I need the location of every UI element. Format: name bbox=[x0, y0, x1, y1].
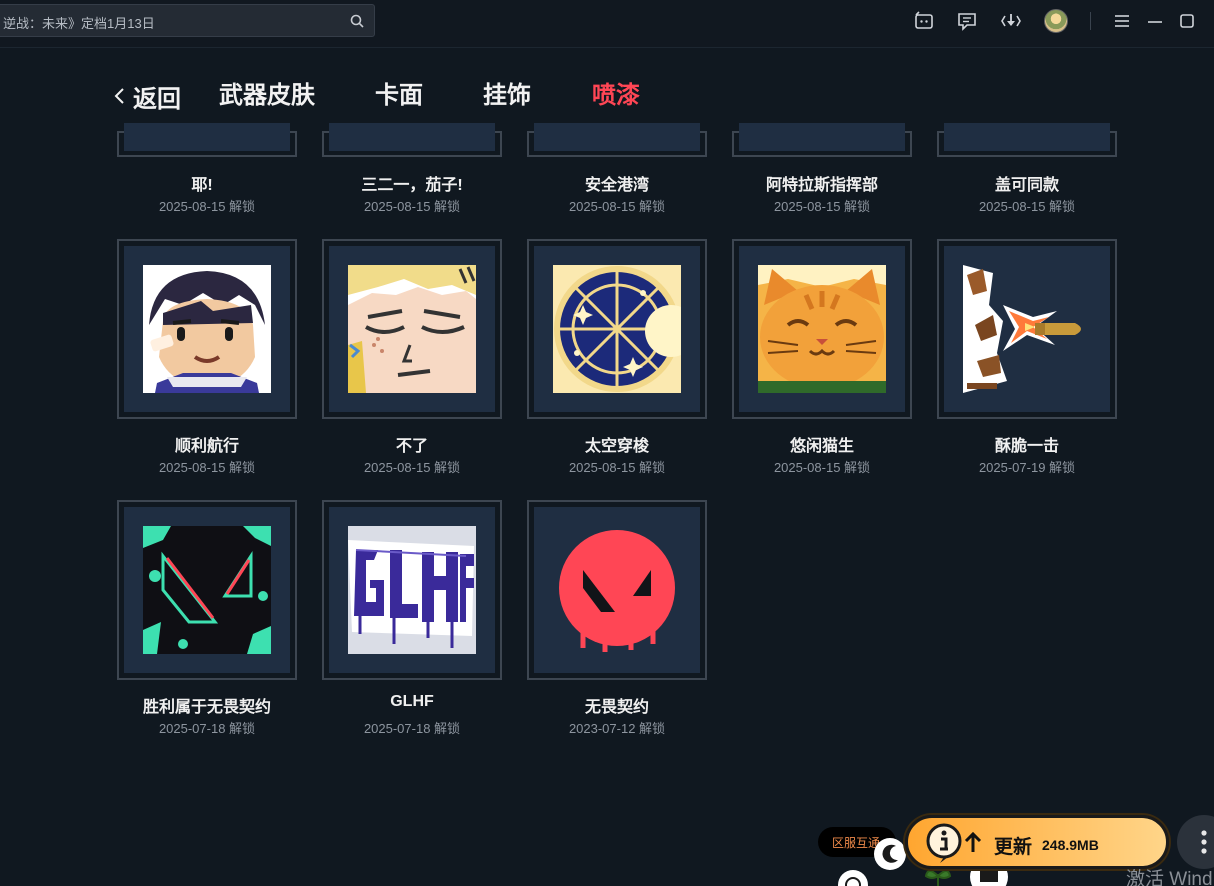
glhf-graffiti-art bbox=[348, 526, 476, 654]
spray-name: 耶! bbox=[191, 177, 213, 194]
spray-name: 盖可同款 bbox=[994, 177, 1059, 194]
search-box[interactable]: 逆战：未来》定档1月13日 bbox=[0, 4, 375, 37]
spray-name: 酥脆一击 bbox=[994, 438, 1059, 455]
spray-name: 无畏契约 bbox=[584, 699, 649, 716]
spray-card[interactable] bbox=[527, 123, 707, 157]
more-options-button[interactable] bbox=[1177, 815, 1214, 869]
unlock-date: 2025-08-15 解锁 bbox=[773, 460, 871, 475]
spray-name: 顺利航行 bbox=[174, 438, 239, 455]
spray-name: GLHF bbox=[390, 693, 434, 710]
back-label: 返回 bbox=[133, 85, 181, 113]
spray-name: 太空穿梭 bbox=[584, 438, 649, 455]
unlock-date: 2025-08-15 解锁 bbox=[363, 460, 461, 475]
spray-name: 安全港湾 bbox=[584, 177, 649, 194]
unlock-date: 2023-07-12 解锁 bbox=[568, 721, 666, 736]
spray-card[interactable] bbox=[732, 239, 912, 419]
menu-icon[interactable] bbox=[1111, 10, 1133, 32]
more-vertical-icon bbox=[1201, 830, 1207, 854]
spray-card[interactable] bbox=[937, 123, 1117, 157]
valorant-logo-art bbox=[559, 530, 675, 652]
unlock-date: 2025-08-15 解锁 bbox=[158, 199, 256, 214]
chevron-left-icon bbox=[114, 88, 124, 104]
spray-name: 不了 bbox=[395, 438, 428, 455]
unlock-date: 2025-08-15 解锁 bbox=[568, 199, 666, 214]
spray-card[interactable] bbox=[117, 500, 297, 680]
spray-name: 胜利属于无畏契约 bbox=[142, 699, 271, 716]
search-input[interactable]: 逆战：未来》定档1月13日 bbox=[3, 13, 155, 32]
unlock-date: 2025-07-18 解锁 bbox=[363, 721, 461, 736]
happy-cat-art bbox=[758, 265, 886, 393]
moon-bubble-icon bbox=[874, 838, 906, 870]
tab-sprays[interactable]: 喷漆 bbox=[592, 80, 640, 112]
smiling-boy-art bbox=[143, 265, 271, 393]
unlock-date: 2025-08-15 解锁 bbox=[773, 199, 871, 214]
spray-name: 三二一，茄子! bbox=[361, 177, 463, 194]
spray-card[interactable] bbox=[322, 123, 502, 157]
spray-card[interactable] bbox=[117, 123, 297, 157]
tab-charms[interactable]: 挂饰 bbox=[483, 80, 531, 112]
info-bubble-icon bbox=[926, 823, 962, 863]
toolbar-divider bbox=[1090, 12, 1091, 30]
bullet-burst-art bbox=[963, 265, 1081, 393]
spray-name: 阿特拉斯指挥部 bbox=[765, 177, 878, 194]
space-shuttle-art bbox=[553, 265, 681, 393]
unlock-date: 2025-08-15 解锁 bbox=[158, 460, 256, 475]
update-button[interactable]: 更新 248.9MB bbox=[905, 815, 1169, 869]
unlock-date: 2025-08-15 解锁 bbox=[978, 199, 1076, 214]
activate-windows-watermark: 激活 Wind bbox=[1126, 869, 1213, 886]
tab-weapon-skins[interactable]: 武器皮肤 bbox=[219, 80, 315, 112]
message-icon[interactable] bbox=[956, 10, 978, 32]
unlock-date: 2025-07-18 解锁 bbox=[158, 721, 256, 736]
spray-card[interactable] bbox=[527, 500, 707, 680]
spray-card[interactable] bbox=[527, 239, 707, 419]
valorant-graffiti-art bbox=[143, 526, 271, 654]
spray-card[interactable] bbox=[732, 123, 912, 157]
unlock-date: 2025-08-15 解锁 bbox=[363, 199, 461, 214]
update-label: 更新 bbox=[994, 837, 1033, 858]
tab-cards[interactable]: 卡面 bbox=[375, 80, 423, 112]
arrow-up-icon bbox=[964, 832, 982, 852]
spray-name: 悠闲猫生 bbox=[789, 438, 854, 455]
spray-card[interactable] bbox=[937, 239, 1117, 419]
spray-card[interactable] bbox=[117, 239, 297, 419]
spray-card[interactable] bbox=[322, 500, 502, 680]
title-bar: 逆战：未来》定档1月13日 bbox=[0, 0, 1214, 48]
back-button[interactable]: 返回 bbox=[113, 80, 181, 113]
sticker-icon bbox=[838, 870, 868, 886]
unlock-date: 2025-08-15 解锁 bbox=[568, 460, 666, 475]
search-icon[interactable] bbox=[349, 13, 365, 29]
avatar[interactable] bbox=[1044, 9, 1068, 33]
spray-card[interactable] bbox=[322, 239, 502, 419]
maximize-icon[interactable] bbox=[1176, 10, 1198, 32]
unlock-date: 2025-07-19 解锁 bbox=[978, 460, 1076, 475]
minimize-icon[interactable] bbox=[1144, 10, 1166, 32]
update-size: 248.9MB bbox=[1042, 837, 1099, 853]
closed-eyes-face-art bbox=[348, 265, 476, 393]
download-icon[interactable] bbox=[1000, 10, 1022, 32]
bot-icon[interactable] bbox=[913, 10, 935, 32]
